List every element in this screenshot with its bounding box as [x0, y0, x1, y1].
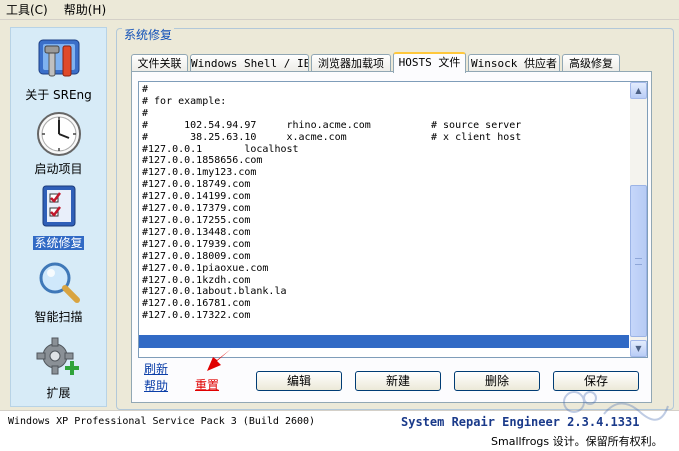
- hosts-line: #127.0.0.16781.com: [142, 298, 251, 310]
- hosts-line: #127.0.0.1my123.com: [142, 167, 257, 179]
- sidebar-item-smart-scan[interactable]: 智能扫描: [11, 256, 106, 326]
- scroll-thumb[interactable]: [630, 185, 647, 337]
- hosts-line: # 38.25.63.10 x.acme.com # x client host: [142, 131, 522, 143]
- menu-bar: 工具(C) 帮助(H): [0, 0, 679, 20]
- hosts-line: #127.0.0.17255.com: [142, 214, 251, 226]
- grip-icon: [635, 258, 642, 265]
- tab-winsock-providers[interactable]: Winsock 供应者: [468, 54, 560, 72]
- hosts-line: #127.0.0.18009.com: [142, 250, 251, 262]
- sidebar-item-label: 扩展: [46, 386, 71, 400]
- delete-button[interactable]: 删除: [454, 371, 540, 391]
- magnifier-icon: [39, 262, 80, 303]
- tab-browser-addons[interactable]: 浏览器加载项: [311, 54, 391, 72]
- hosts-line: #127.0.0.1piaoxue.com: [142, 262, 269, 274]
- reset-link[interactable]: 重置: [195, 376, 219, 393]
- gear-plus-icon: [36, 337, 79, 375]
- sidebar-item-extensions[interactable]: 扩展: [11, 330, 106, 402]
- sidebar-item-system-repair[interactable]: 系统修复: [11, 180, 106, 250]
- group-title: 系统修复: [122, 28, 175, 42]
- tab-hosts-file[interactable]: HOSTS 文件: [393, 52, 466, 73]
- copyright-text: Smallfrogs 设计。保留所有权利。: [491, 435, 663, 448]
- vertical-scrollbar[interactable]: ▲ ▼: [630, 82, 647, 357]
- menu-help[interactable]: 帮助(H): [64, 1, 106, 18]
- hosts-content[interactable]: # # for example: # # 102.54.94.97 rhino.…: [142, 84, 627, 334]
- sidebar-item-label: 关于 SREng: [25, 88, 92, 102]
- tools-icon: [38, 39, 80, 77]
- hosts-line: #127.0.0.1 localhost: [142, 143, 299, 155]
- hosts-line: #127.0.0.1about.blank.la: [142, 286, 287, 298]
- hosts-line: #: [142, 107, 149, 119]
- checklist-icon: [42, 185, 76, 227]
- hosts-line: #127.0.0.17939.com: [142, 238, 251, 250]
- hosts-line: #127.0.0.1kzdh.com: [142, 274, 251, 286]
- os-version-text: Windows XP Professional Service Pack 3 (…: [8, 416, 316, 427]
- hosts-textbox[interactable]: # # for example: # # 102.54.94.97 rhino.…: [138, 81, 648, 358]
- sidebar: 关于 SREng 启动项目 系统修复 智能扫描 扩展: [10, 27, 107, 407]
- clock-icon: [37, 112, 81, 156]
- hosts-line: # 102.54.94.97 rhino.acme.com # source s…: [142, 119, 522, 131]
- sidebar-item-label: 智能扫描: [34, 310, 83, 324]
- scroll-up-button[interactable]: ▲: [630, 82, 647, 99]
- hosts-line: #127.0.0.17379.com: [142, 203, 251, 215]
- refresh-link[interactable]: 刷新: [144, 360, 168, 377]
- sidebar-item-startup[interactable]: 启动项目: [11, 106, 106, 176]
- hosts-line: #127.0.0.13448.com: [142, 226, 251, 238]
- help-link[interactable]: 帮助: [144, 377, 168, 394]
- hosts-line: # for example:: [142, 95, 227, 107]
- watermark-logo: [563, 391, 669, 421]
- tab-advanced-repair[interactable]: 高级修复: [562, 54, 620, 72]
- hosts-line: #: [142, 84, 149, 95]
- tab-file-association[interactable]: 文件关联: [131, 54, 188, 72]
- menu-tools[interactable]: 工具(C): [6, 1, 48, 18]
- scroll-down-button[interactable]: ▼: [630, 340, 647, 357]
- annotation-arrow-icon: [207, 349, 231, 371]
- tab-windows-shell-ie[interactable]: Windows Shell / IE: [190, 54, 309, 72]
- hosts-line: #127.0.0.1858656.com: [142, 155, 263, 167]
- edit-button[interactable]: 编辑: [256, 371, 342, 391]
- new-button[interactable]: 新建: [355, 371, 441, 391]
- hosts-line: #127.0.0.17322.com: [142, 310, 251, 322]
- sidebar-item-about[interactable]: 关于 SREng: [11, 32, 106, 104]
- sidebar-item-label: 启动项目: [34, 162, 83, 176]
- sidebar-item-label: 系统修复: [33, 236, 84, 250]
- hosts-line: #127.0.0.18749.com: [142, 179, 251, 191]
- hosts-line: #127.0.0.14199.com: [142, 191, 251, 203]
